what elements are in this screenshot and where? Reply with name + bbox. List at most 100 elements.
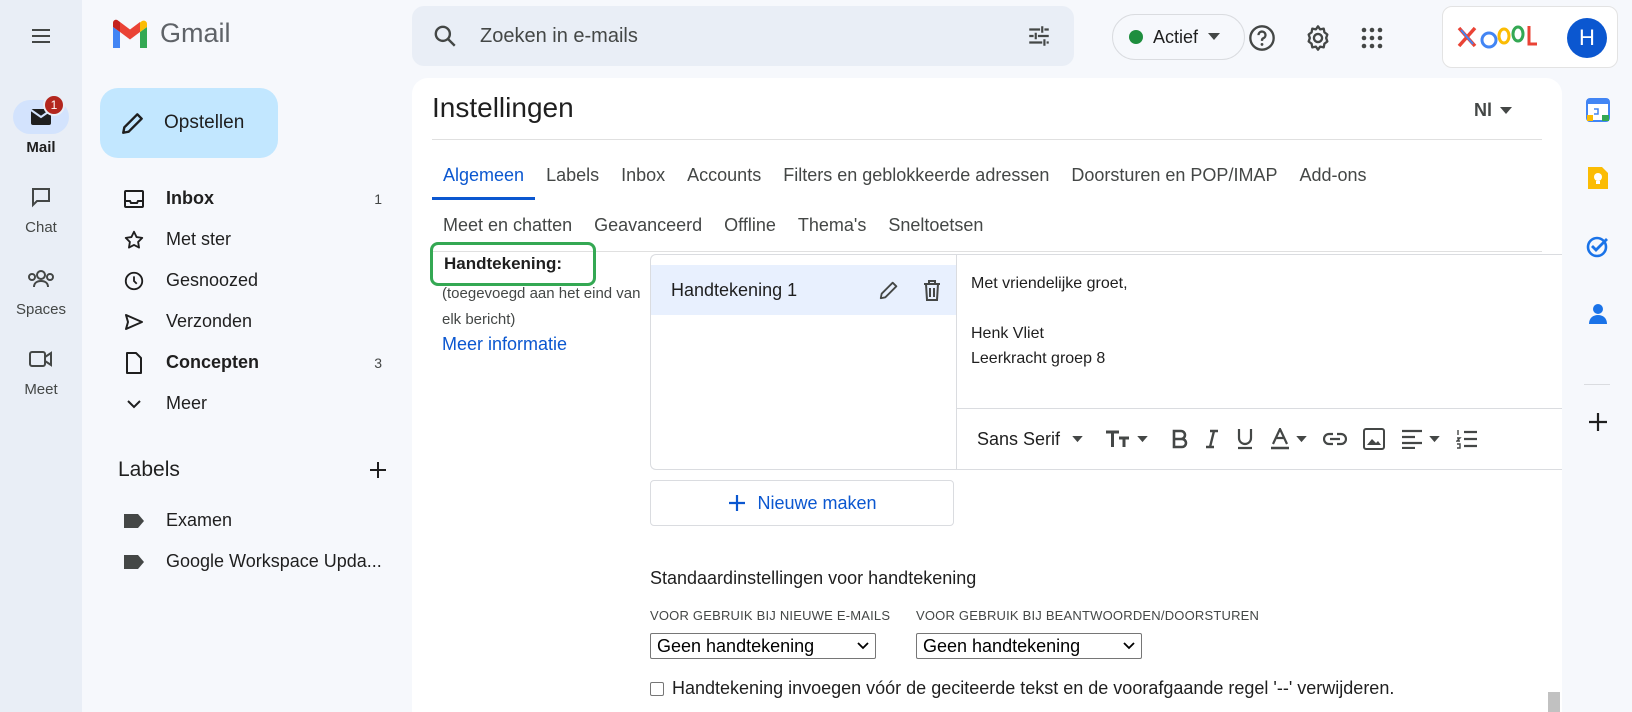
organization-logo-icon [1457,25,1537,49]
navigation-rail: 1 Mail Chat Spaces Meet [0,0,82,712]
search-icon[interactable] [432,23,458,49]
reply-signature-select[interactable]: Geen handtekening [916,633,1142,659]
account-switcher[interactable]: H [1442,6,1618,68]
align-button[interactable] [1393,419,1448,459]
meet-icon [29,351,52,367]
rail-label: Chat [25,219,57,236]
underline-button[interactable] [1228,419,1262,459]
status-dropdown[interactable]: Actief [1112,14,1245,60]
input-tools-button[interactable]: Nl [1474,100,1512,121]
signature-heading: Handtekening: [430,242,596,286]
insert-before-quote-checkbox[interactable] [650,681,664,696]
new-mail-signature-select[interactable]: Geen handtekening [650,633,876,659]
caret-down-icon [1137,435,1148,442]
signature-item[interactable]: Handtekening 1 [651,265,956,315]
rail-label: Mail [26,139,56,156]
label-item-examen[interactable]: Examen [100,500,400,541]
font-family-dropdown[interactable]: Sans Serif [969,419,1097,459]
signature-editor-box: Handtekening 1 Met vriendelijke groet, H… [650,254,1562,470]
link-icon [1323,432,1348,446]
label-item-workspace[interactable]: Google Workspace Upda... [100,541,400,582]
rail-item-spaces[interactable]: Spaces [0,262,82,318]
more-info-link[interactable]: Meer informatie [442,334,567,355]
chevron-down-icon [127,399,141,408]
compose-button[interactable]: Opstellen [100,88,278,158]
tab-offline[interactable]: Offline [713,200,787,250]
tab-advanced[interactable]: Geavanceerd [583,200,713,250]
draft-icon [126,351,142,374]
search-bar[interactable]: Zoeken in e-mails [412,6,1074,66]
divider [1584,384,1610,385]
gmail-logo[interactable]: Gmail [110,18,231,49]
insert-before-quote-label: Handtekening invoegen vóór de geciteerde… [672,678,1395,698]
rail-label: Spaces [15,301,67,318]
tab-forwarding[interactable]: Doorsturen en POP/IMAP [1060,150,1288,200]
tab-labels[interactable]: Labels [535,150,610,200]
search-input[interactable]: Zoeken in e-mails [480,25,1026,48]
bold-icon [1172,429,1188,449]
italic-button[interactable] [1196,419,1228,459]
bold-button[interactable] [1164,419,1196,459]
scrollbar-thumb[interactable] [1548,692,1560,712]
signature-text-editor[interactable]: Met vriendelijke groet, Henk Vliet Leerk… [971,271,1128,371]
avatar[interactable]: H [1567,18,1607,58]
page-title: Instellingen [432,92,574,123]
tab-filters[interactable]: Filters en geblokkeerde adressen [772,150,1060,200]
folder-drafts[interactable]: Concepten 3 [100,342,400,383]
insert-link-button[interactable] [1315,419,1355,459]
create-signature-button[interactable]: Nieuwe maken [650,480,954,526]
add-label-icon[interactable] [368,460,388,480]
menu-icon [32,29,50,43]
tab-shortcuts[interactable]: Sneltoetsen [877,200,994,250]
folder-sent[interactable]: Verzonden [100,301,400,342]
signature-line: Met vriendelijke groet, [971,275,1128,292]
apps-button[interactable] [1352,18,1392,58]
add-addon-button[interactable] [1584,408,1612,436]
trash-icon[interactable] [922,279,942,301]
contacts-button[interactable] [1584,300,1612,328]
label-icon [124,513,144,528]
tab-themes[interactable]: Thema's [787,200,877,250]
signature-line [971,296,1128,321]
text-color-button[interactable] [1262,419,1315,459]
unread-badge: 1 [43,94,65,116]
tab-addons[interactable]: Add-ons [1288,150,1377,200]
caret-down-icon [1072,435,1083,442]
folder-starred[interactable]: Met ster [100,219,400,260]
numbered-list-button[interactable] [1448,419,1486,459]
numbered-list-icon [1456,430,1478,449]
tab-algemeen[interactable]: Algemeen [432,150,536,200]
label-icon [124,554,144,569]
tab-inbox[interactable]: Inbox [610,150,676,200]
folder-count: 1 [374,190,382,207]
status-label: Actief [1153,26,1199,47]
rail-item-meet[interactable]: Meet [0,342,82,398]
keep-button[interactable] [1584,164,1612,192]
send-icon [125,313,143,330]
edit-icon[interactable] [878,279,900,301]
folder-label: Met ster [166,229,232,249]
search-options-icon[interactable] [1026,23,1052,49]
folder-inbox[interactable]: Inbox 1 [100,178,400,219]
folder-more[interactable]: Meer [100,383,400,424]
tasks-button[interactable] [1584,232,1612,260]
tab-accounts[interactable]: Accounts [676,150,772,200]
folder-label: Inbox [166,188,214,208]
help-button[interactable] [1242,18,1282,58]
select-value: Geen handtekening [923,635,1081,656]
signature-line: Leerkracht groep 8 [971,350,1106,367]
folder-label: Meer [166,393,208,413]
italic-icon [1206,429,1219,449]
rail-item-mail[interactable]: 1 Mail [0,94,82,156]
font-size-button[interactable] [1097,419,1156,459]
settings-panel: Instellingen Nl Algemeen Labels Inbox Ac… [412,78,1562,712]
insert-image-button[interactable] [1355,419,1393,459]
rail-item-chat[interactable]: Chat [0,180,82,236]
folder-snoozed[interactable]: Gesnoozed [100,260,400,301]
main-menu-button[interactable] [18,16,64,56]
star-icon [124,230,144,249]
settings-button[interactable] [1298,18,1338,58]
insert-before-quote-option: Handtekening invoegen vóór de geciteerde… [650,678,1394,699]
calendar-icon [1586,98,1610,122]
calendar-button[interactable] [1584,96,1612,124]
